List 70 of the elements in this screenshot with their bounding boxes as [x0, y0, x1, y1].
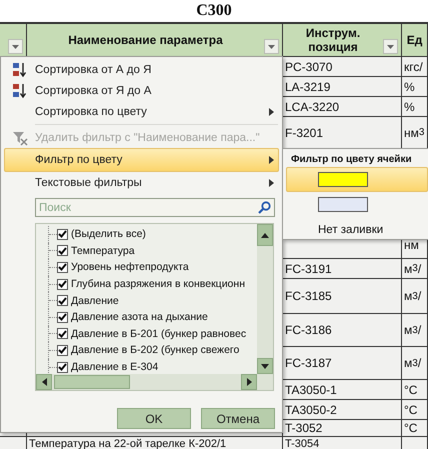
table-cell: LCA-3220 — [283, 97, 402, 117]
table-cell: F-3201 — [283, 117, 402, 149]
submenu-arrow-icon — [268, 108, 274, 116]
up-arrow-icon — [261, 232, 269, 238]
table-cell: °C — [402, 380, 428, 400]
list-item-label: Давление — [71, 294, 119, 307]
list-item-label: Уровень нефтепродукта — [71, 261, 189, 274]
table-cell: °C — [402, 400, 428, 420]
filter-dropdown-button[interactable] — [8, 39, 23, 54]
column-header: Ед — [406, 33, 424, 47]
table-cell: °C — [402, 420, 428, 437]
list-item-label: Температура — [71, 244, 135, 257]
dialog-button[interactable]: OK — [117, 408, 191, 429]
menu-item[interactable]: Сортировка от А до Я — [4, 59, 279, 80]
list-item-label: Давление в Е-304 — [71, 361, 158, 374]
checkbox[interactable] — [57, 245, 68, 256]
table-cell: T-3054 — [283, 437, 402, 449]
table-cell: FC-3185 — [283, 279, 402, 314]
checkbox[interactable] — [57, 228, 68, 240]
scrollbar-corner — [257, 374, 273, 390]
column-header: Наименование параметра — [67, 33, 224, 47]
sort-icon — [12, 62, 28, 78]
table-cell: % — [402, 97, 428, 117]
table-cell: FC-3191 — [283, 259, 402, 279]
table-cell: % — [402, 77, 428, 97]
horizontal-scrollbar[interactable] — [36, 374, 257, 390]
right-arrow-icon — [246, 378, 252, 386]
dropdown-caret-icon — [387, 44, 394, 48]
table-cell: Температура на 22-ой тарелке К-202/1 — [27, 437, 283, 449]
list-item-label: Давление азота на дыхание — [71, 311, 208, 324]
clear-filter-icon — [12, 130, 28, 146]
left-arrow-icon — [42, 378, 46, 386]
table-cell: TA3050-1 — [283, 380, 402, 400]
filter-dropdown-button[interactable] — [264, 39, 279, 54]
search-icon — [258, 201, 271, 214]
dialog-button[interactable]: Отмена — [201, 408, 275, 429]
down-arrow-icon — [261, 364, 269, 368]
vertical-scrollbar[interactable] — [257, 224, 273, 374]
table-cell: T-3052 — [283, 420, 402, 437]
menu-item[interactable]: Сортировка от Я до А — [4, 80, 279, 101]
submenu-arrow-icon — [268, 156, 274, 164]
checkbox[interactable] — [57, 328, 68, 340]
table-cell: FC-3187 — [283, 347, 402, 380]
menu-item[interactable]: Фильтр по цвету — [4, 148, 279, 172]
checkbox[interactable] — [57, 312, 68, 323]
list-item-label: Давление в Б-201 (бункер равновес — [71, 328, 246, 340]
color-option[interactable] — [286, 167, 428, 192]
checkbox[interactable] — [57, 295, 68, 306]
search-field[interactable]: Поиск — [35, 198, 275, 217]
submenu-arrow-icon — [268, 178, 274, 186]
menu-item[interactable]: Текстовые фильтры — [4, 172, 279, 193]
dropdown-caret-icon — [268, 44, 275, 48]
table-cell: LA-3219 — [283, 77, 402, 97]
list-item-label: Давление в Б-202 (бункер свежего — [71, 344, 240, 356]
checkbox[interactable] — [57, 362, 68, 373]
sort-icon — [12, 82, 28, 98]
dropdown-caret-icon — [12, 44, 19, 48]
table-cell: кгс/ — [402, 57, 428, 77]
filter-dropdown-button[interactable] — [383, 39, 398, 54]
table-cell: PC-3070 — [283, 57, 402, 77]
checkbox[interactable] — [57, 278, 68, 290]
table-cell: FC-3186 — [283, 314, 402, 347]
checkbox[interactable] — [57, 344, 68, 356]
menu-item[interactable]: Сортировка по цвету — [4, 101, 279, 122]
checkbox[interactable] — [57, 262, 68, 273]
list-item-label: (Выделить все) — [71, 228, 146, 240]
list-item-label: Глубина разряжения в конвекционн — [71, 278, 245, 290]
column-header: Инструм. позиция — [304, 26, 362, 54]
sheet-title: С300 — [196, 2, 232, 20]
table-cell: TA3050-2 — [283, 400, 402, 420]
